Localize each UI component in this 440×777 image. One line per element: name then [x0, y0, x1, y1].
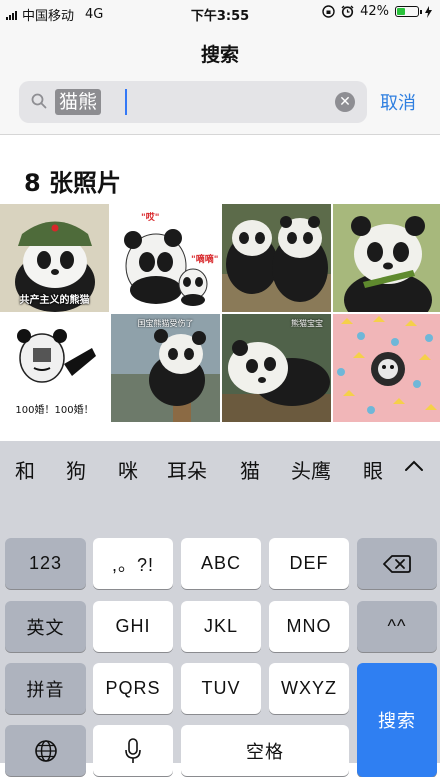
- globe-key[interactable]: [5, 725, 86, 776]
- backspace-icon: [383, 554, 411, 573]
- candidate-word[interactable]: 头鹰: [291, 455, 331, 484]
- candidate-word[interactable]: 和: [15, 455, 35, 484]
- globe-icon: [34, 739, 57, 762]
- candidate-word[interactable]: 咪: [118, 455, 138, 484]
- battery-icon: [395, 6, 422, 17]
- charging-icon: [425, 5, 432, 18]
- search-icon: [31, 93, 47, 109]
- battery-percent: 42%: [360, 4, 389, 19]
- keyboard: 和 狗 咪 耳朵 猫 头鹰 眼 123 ,。?! ABC DEF 英文 GHI …: [0, 441, 440, 777]
- photo-caption: 共产主义的熊猫: [19, 295, 90, 306]
- candidate-word[interactable]: 眼: [363, 455, 383, 484]
- key-mno[interactable]: MNO: [269, 601, 349, 652]
- photo-thumbnail[interactable]: 共产主义的熊猫: [0, 204, 109, 312]
- key-tuv[interactable]: TUV: [181, 663, 261, 714]
- key-def[interactable]: DEF: [269, 538, 349, 589]
- key-abc[interactable]: ABC: [181, 538, 261, 589]
- microphone-icon: [125, 737, 141, 763]
- candidate-word[interactable]: 猫: [240, 455, 260, 484]
- photo-thumbnail[interactable]: "哎" "嘀嘀": [111, 204, 220, 312]
- photo-caption: 熊猫宝宝: [291, 319, 323, 328]
- photo-thumbnail[interactable]: [222, 204, 331, 312]
- photo-caption: 100婚！100婚！: [15, 405, 94, 416]
- search-key[interactable]: 搜索: [357, 663, 437, 777]
- key-punctuation[interactable]: ,。?!: [93, 538, 173, 589]
- search-query[interactable]: 猫熊: [55, 89, 102, 115]
- sticker-text: "嘀嘀": [191, 255, 219, 265]
- microphone-key[interactable]: [93, 725, 173, 776]
- result-count: 8 张照片: [24, 169, 122, 197]
- photo-thumbnail[interactable]: 100婚！100婚！: [0, 314, 109, 422]
- backspace-key[interactable]: [357, 538, 437, 589]
- chevron-up-icon[interactable]: [396, 453, 432, 479]
- candidate-word[interactable]: 狗: [66, 455, 86, 484]
- key-ghi[interactable]: GHI: [93, 601, 173, 652]
- candidate-bar: 和 狗 咪 耳朵 猫 头鹰 眼: [0, 441, 440, 491]
- photo-thumbnail[interactable]: 熊猫宝宝: [222, 314, 331, 422]
- clear-icon[interactable]: ✕: [335, 92, 355, 112]
- photo-thumbnail[interactable]: [333, 314, 440, 422]
- key-123[interactable]: 123: [5, 538, 86, 589]
- search-bar: 猫熊 ✕ 取消: [0, 78, 440, 135]
- orientation-lock-icon: [322, 5, 335, 18]
- photo-caption: 国宝熊猫受伤了: [137, 319, 194, 328]
- page-title: 搜索: [200, 44, 239, 66]
- text-cursor: [125, 89, 127, 115]
- candidate-word[interactable]: 耳朵: [167, 455, 207, 484]
- photo-thumbnail[interactable]: 国宝熊猫受伤了: [111, 314, 220, 422]
- key-jkl[interactable]: JKL: [181, 601, 261, 652]
- nav-bar: 搜索: [0, 26, 440, 78]
- photo-thumbnail[interactable]: [333, 204, 440, 312]
- cancel-button[interactable]: 取消: [380, 89, 416, 115]
- key-pqrs[interactable]: PQRS: [93, 663, 173, 714]
- space-key[interactable]: 空格: [181, 725, 349, 776]
- key-wxyz[interactable]: WXYZ: [269, 663, 349, 714]
- key-pinyin[interactable]: 拼音: [5, 663, 86, 714]
- search-input[interactable]: 猫熊 ✕: [19, 81, 367, 123]
- status-bar: 中国移动 4G 下午3:55 42%: [0, 0, 440, 26]
- key-emoticon[interactable]: ^^: [357, 601, 437, 652]
- photo-grid: 共产主义的熊猫 "哎" "嘀嘀" 100婚！100婚！ 国宝熊猫受伤了 熊猫宝宝: [0, 204, 440, 422]
- sticker-text: "哎": [141, 213, 160, 223]
- alarm-icon: [341, 5, 354, 18]
- key-english[interactable]: 英文: [5, 601, 86, 652]
